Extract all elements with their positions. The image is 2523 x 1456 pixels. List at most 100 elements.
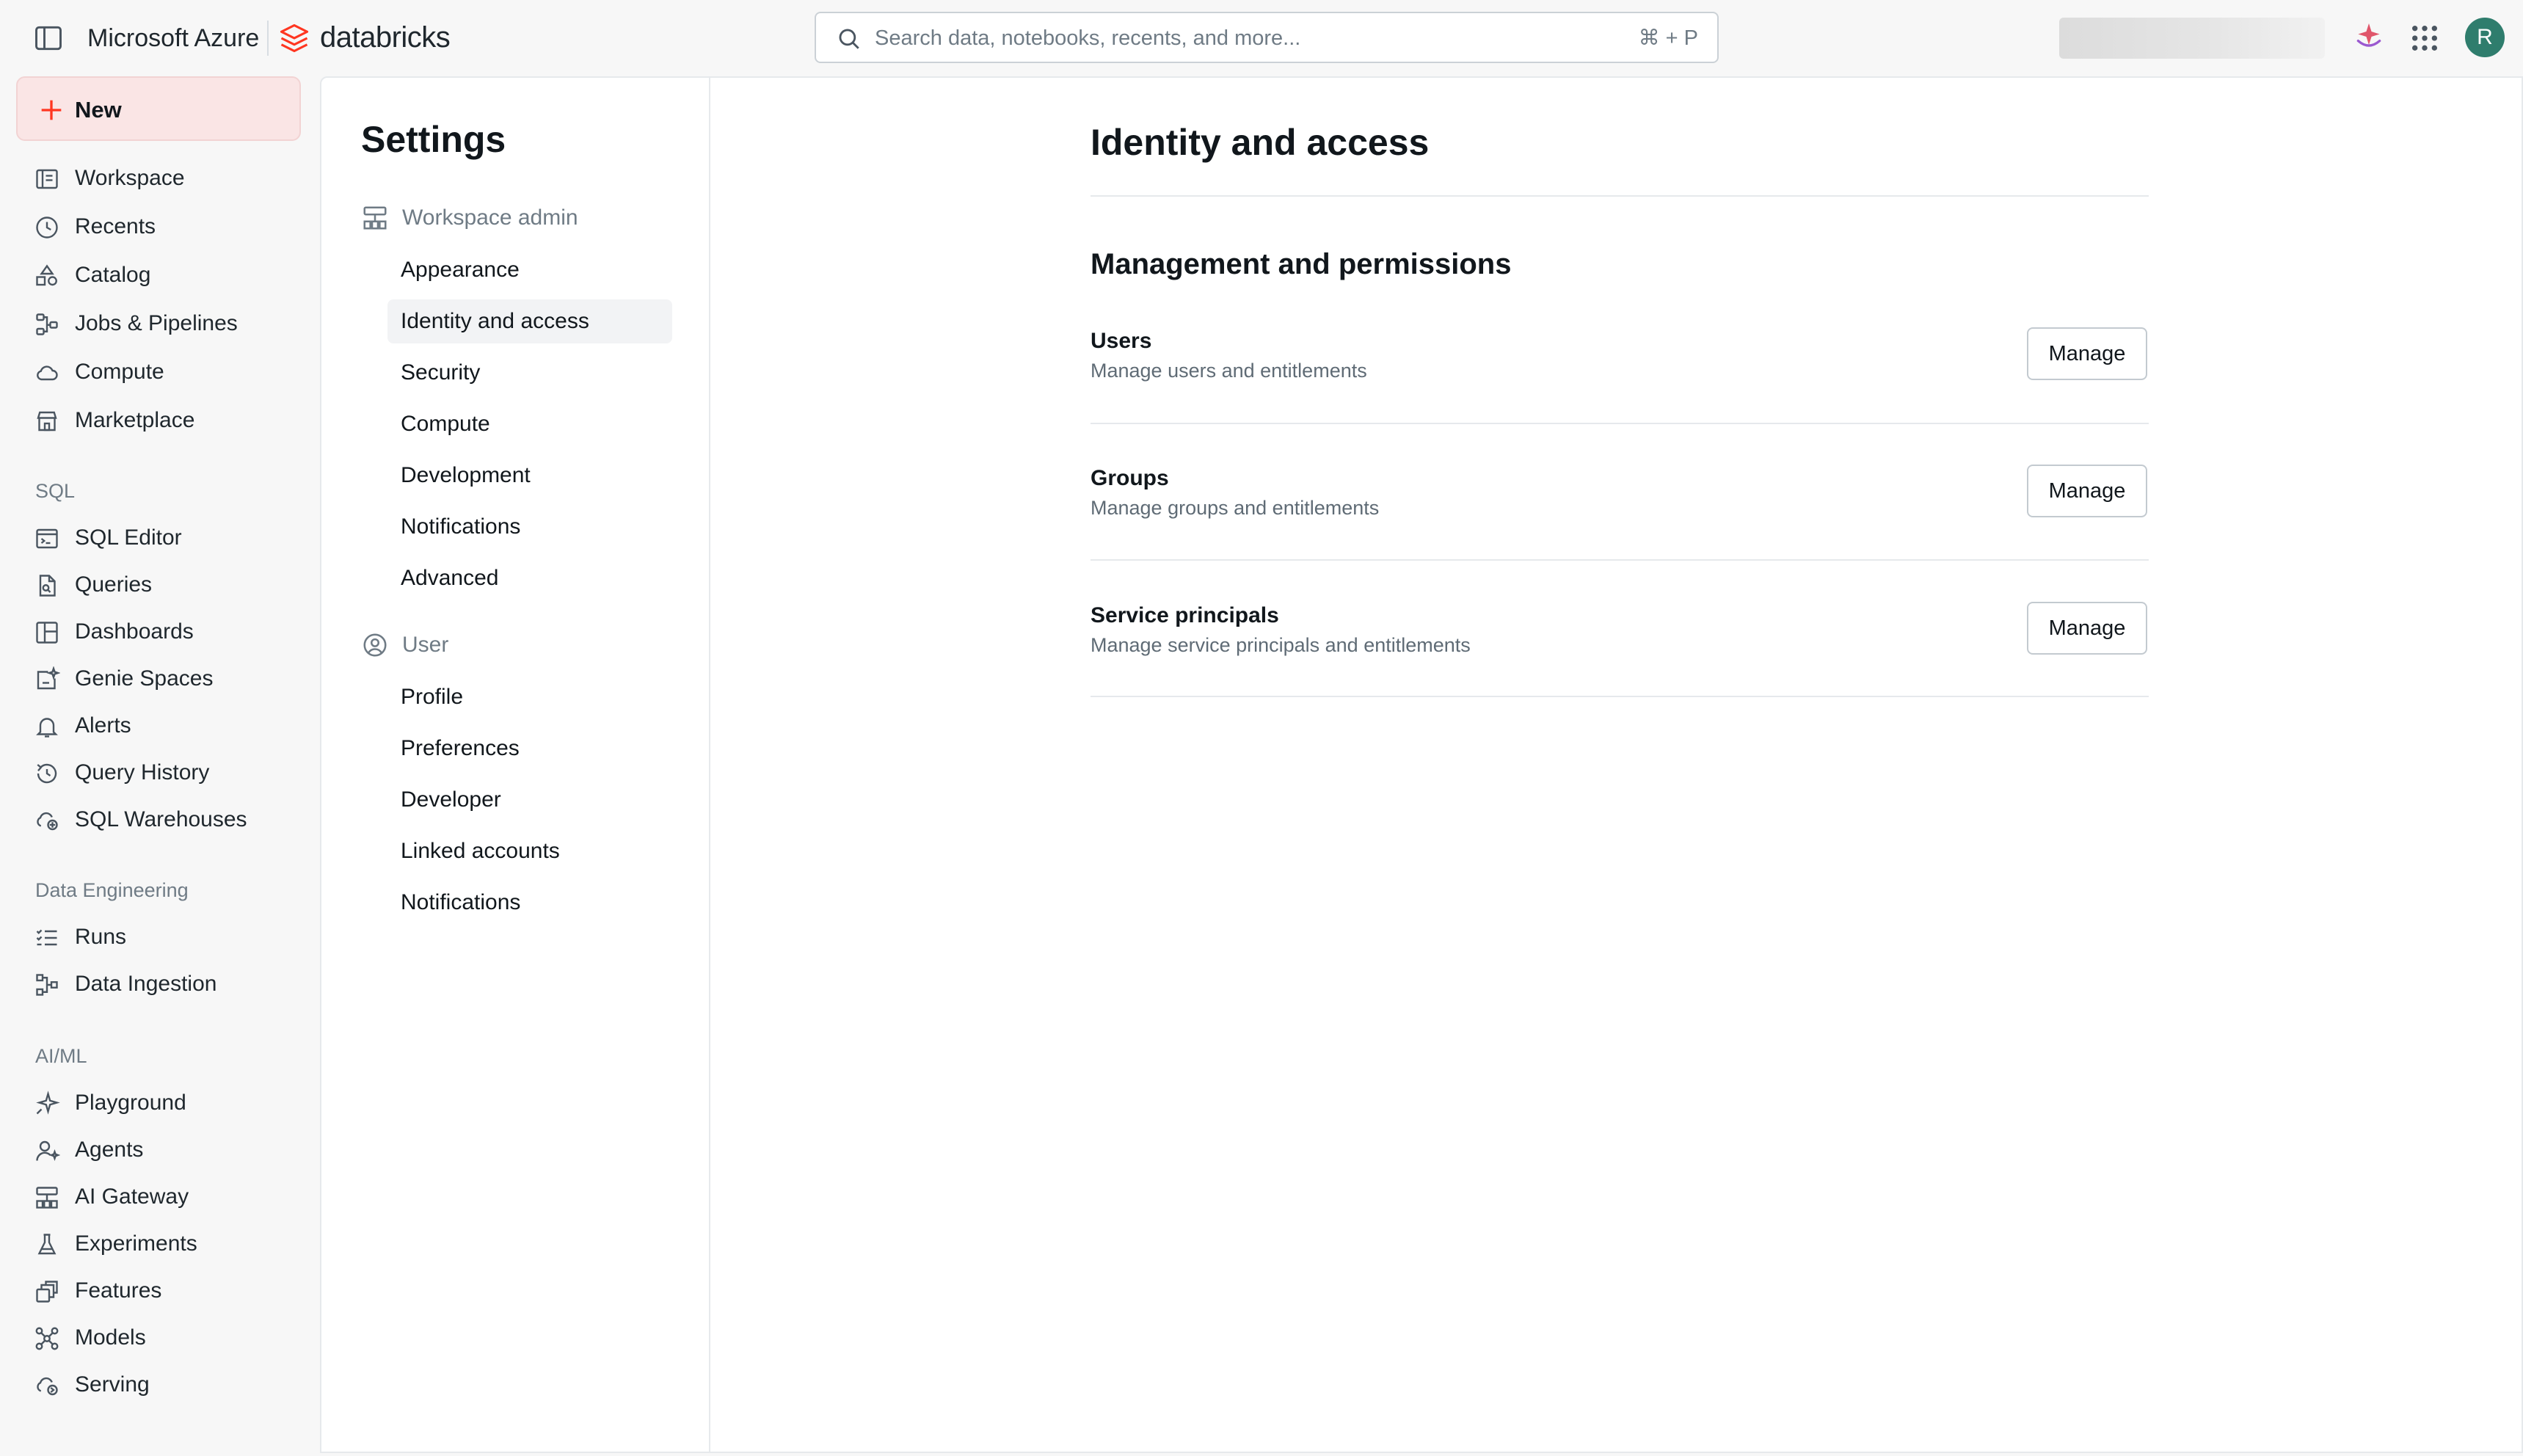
- sidebar-item-queries[interactable]: Queries: [34, 567, 313, 603]
- settings-item-label: Linked accounts: [401, 839, 560, 863]
- sidebar-item-runs[interactable]: Runs: [34, 919, 313, 956]
- sidebar-item-label: Genie Spaces: [75, 666, 214, 691]
- settings-group-workspace-admin: Workspace admin: [361, 200, 684, 236]
- query-file-icon: [39, 575, 56, 597]
- sidebar-item-label: Dashboards: [75, 619, 194, 644]
- sidebar-item-catalog[interactable]: Catalog: [34, 257, 313, 294]
- sidebar-item-dashboards[interactable]: Dashboards: [34, 614, 313, 650]
- sidebar-item-serving[interactable]: Serving: [34, 1366, 313, 1403]
- sidebar-section-data-engineering: Data Engineering: [35, 879, 189, 901]
- settings-item-developer[interactable]: Developer: [387, 778, 672, 822]
- sidebar-item-recents[interactable]: Recents: [34, 208, 313, 245]
- settings-item-label: Notifications: [401, 890, 521, 914]
- settings-item-preferences[interactable]: Preferences: [387, 727, 672, 771]
- settings-item-development[interactable]: Development: [387, 454, 672, 498]
- apps-grid-icon[interactable]: [2410, 23, 2439, 53]
- databricks-logo-icon[interactable]: [279, 21, 310, 55]
- assistant-icon[interactable]: [2353, 22, 2385, 54]
- sidebar-item-workspace[interactable]: Workspace: [34, 160, 313, 197]
- sidebar-item-sql-editor[interactable]: SQL Editor: [34, 520, 313, 556]
- sidebar-item-ai-gateway[interactable]: AI Gateway: [34, 1179, 313, 1215]
- sidebar-item-sql-warehouses[interactable]: SQL Warehouses: [34, 801, 313, 838]
- service-principals-description: Manage service principals and entitlemen…: [1091, 634, 1471, 656]
- sidebar-section-ai-ml: AI/ML: [35, 1045, 87, 1067]
- sidebar-item-label: Alerts: [75, 713, 131, 738]
- settings-item-user-notifications[interactable]: Notifications: [387, 881, 672, 925]
- new-button[interactable]: New: [16, 76, 301, 141]
- agent-icon: [36, 1140, 60, 1162]
- sidebar-item-genie-spaces[interactable]: Genie Spaces: [34, 660, 313, 697]
- sidebar-item-data-ingestion[interactable]: Data Ingestion: [34, 966, 313, 1002]
- sidebar-item-query-history[interactable]: Query History: [34, 754, 313, 791]
- sidebar-item-label: Compute: [75, 360, 164, 384]
- user-avatar[interactable]: R: [2465, 18, 2505, 57]
- manage-groups-button[interactable]: Manage: [2027, 465, 2147, 517]
- workspace-admin-icon: [363, 206, 387, 230]
- sidebar-item-label: Experiments: [75, 1231, 197, 1256]
- sidebar-item-label: Catalog: [75, 263, 151, 287]
- sidebar-item-alerts[interactable]: Alerts: [34, 707, 313, 744]
- settings-nav: Settings Workspace admin Appearance Iden…: [321, 78, 710, 1452]
- settings-group-label: User: [402, 633, 449, 657]
- settings-item-label: Advanced: [401, 566, 499, 590]
- sidebar-item-agents[interactable]: Agents: [34, 1132, 313, 1168]
- sidebar-item-experiments[interactable]: Experiments: [34, 1226, 313, 1262]
- history-icon: [37, 763, 57, 784]
- search-box[interactable]: Search data, notebooks, recents, and mor…: [815, 12, 1719, 63]
- settings-item-security[interactable]: Security: [387, 351, 672, 395]
- sidebar-item-label: Recents: [75, 214, 156, 239]
- sidebar-item-label: Playground: [75, 1091, 186, 1115]
- user-circle-icon: [363, 633, 387, 657]
- sidebar-item-label: Workspace: [75, 166, 185, 190]
- sidebar-item-models[interactable]: Models: [34, 1320, 313, 1356]
- main-panel: Settings Workspace admin Appearance Iden…: [320, 76, 2523, 1453]
- genie-icon: [37, 666, 60, 690]
- settings-item-label: Preferences: [401, 736, 520, 760]
- settings-item-linked-accounts[interactable]: Linked accounts: [387, 829, 672, 873]
- sidebar-item-label: Agents: [75, 1138, 144, 1162]
- brand-name[interactable]: databricks: [320, 19, 451, 56]
- clock-icon: [36, 216, 58, 239]
- sidebar-item-label: Serving: [75, 1372, 150, 1397]
- settings-item-notifications[interactable]: Notifications: [387, 505, 672, 549]
- settings-item-compute[interactable]: Compute: [387, 402, 672, 446]
- groups-description: Manage groups and entitlements: [1091, 497, 1380, 519]
- manage-service-principals-button[interactable]: Manage: [2027, 602, 2147, 655]
- sidebar-item-label: Query History: [75, 760, 210, 785]
- row-divider: [1091, 423, 2149, 424]
- settings-item-profile[interactable]: Profile: [387, 675, 672, 719]
- gateway-icon: [36, 1187, 58, 1209]
- sidebar-item-playground[interactable]: Playground: [34, 1085, 313, 1121]
- workspace-selector[interactable]: [2059, 18, 2325, 59]
- sidebar-item-label: Data Ingestion: [75, 972, 217, 996]
- plus-icon: [41, 100, 62, 120]
- settings-item-label: Compute: [401, 412, 490, 436]
- row-divider: [1091, 696, 2149, 697]
- sidebar-toggle-icon[interactable]: [32, 22, 65, 54]
- cloud-icon: [37, 365, 58, 381]
- users-description: Manage users and entitlements: [1091, 360, 1367, 382]
- search-input[interactable]: Search data, notebooks, recents, and mor…: [875, 25, 1300, 51]
- store-icon: [37, 411, 57, 432]
- ingestion-icon: [36, 974, 58, 996]
- sidebar-section-sql: SQL: [35, 480, 76, 502]
- sidebar-item-marketplace[interactable]: Marketplace: [34, 402, 313, 439]
- settings-item-appearance[interactable]: Appearance: [387, 248, 672, 292]
- sidebar-item-compute[interactable]: Compute: [34, 354, 313, 390]
- features-icon: [36, 1281, 58, 1303]
- left-sidebar: New Workspace Recents Catalog Jobs & Pip…: [0, 76, 320, 1456]
- sidebar-item-jobs-pipelines[interactable]: Jobs & Pipelines: [34, 305, 313, 342]
- manage-users-button[interactable]: Manage: [2027, 327, 2147, 380]
- settings-item-label: Appearance: [401, 258, 520, 282]
- settings-item-advanced[interactable]: Advanced: [387, 556, 672, 600]
- settings-item-label: Identity and access: [401, 309, 589, 333]
- sidebar-item-features[interactable]: Features: [34, 1273, 313, 1309]
- bell-icon: [36, 718, 58, 738]
- settings-group-label: Workspace admin: [402, 205, 578, 230]
- sidebar-item-label: Jobs & Pipelines: [75, 311, 238, 335]
- new-button-label: New: [75, 97, 122, 123]
- settings-item-identity-and-access[interactable]: Identity and access: [387, 299, 672, 343]
- settings-item-label: Development: [401, 463, 531, 487]
- title-divider: [1091, 195, 2149, 197]
- settings-item-label: Security: [401, 360, 481, 385]
